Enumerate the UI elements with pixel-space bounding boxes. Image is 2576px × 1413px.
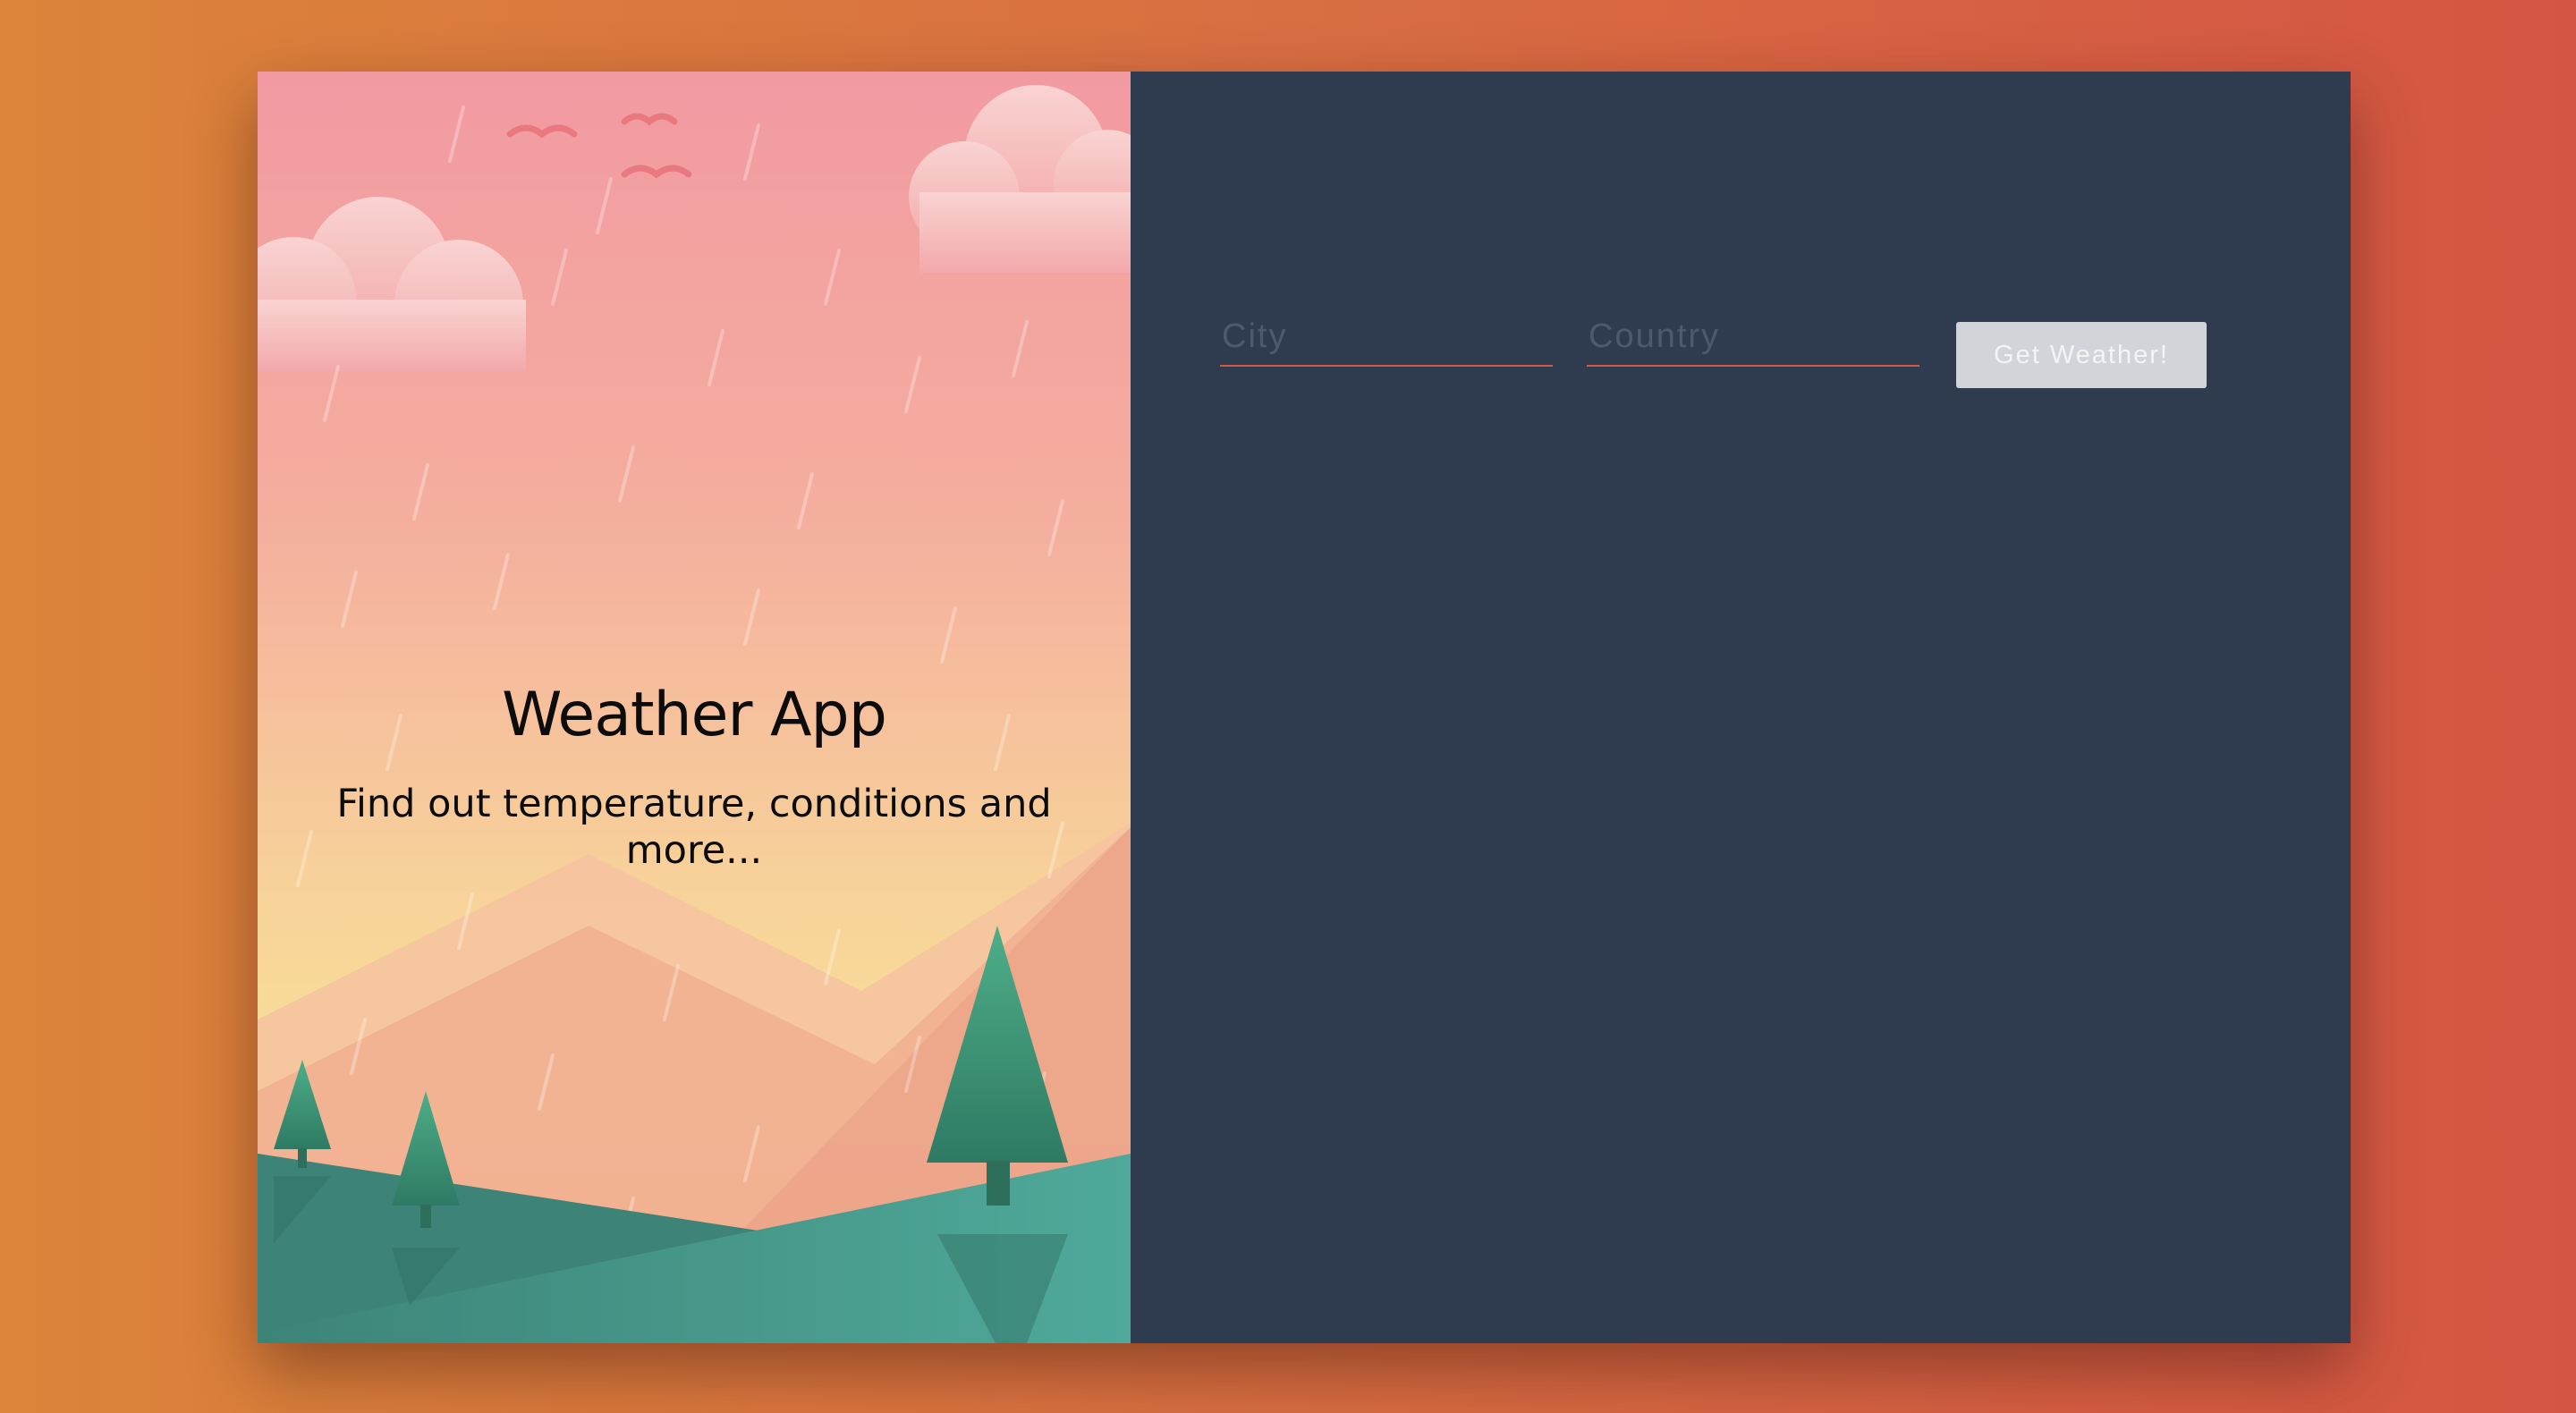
hero-panel: Weather App Find out temperature, condit… [258,72,1131,1343]
form-panel: Get Weather! [1131,72,2351,1343]
app-subtitle: Find out temperature, conditions and mor… [336,782,1052,873]
city-input[interactable] [1220,313,1553,367]
app-title: Weather App [502,680,887,750]
country-input[interactable] [1587,313,1919,367]
weather-form: Get Weather! [1131,250,2351,393]
get-weather-button[interactable]: Get Weather! [1956,322,2207,388]
hero-text: Weather App Find out temperature, condit… [258,680,1131,874]
app-card: Weather App Find out temperature, condit… [258,72,2351,1343]
